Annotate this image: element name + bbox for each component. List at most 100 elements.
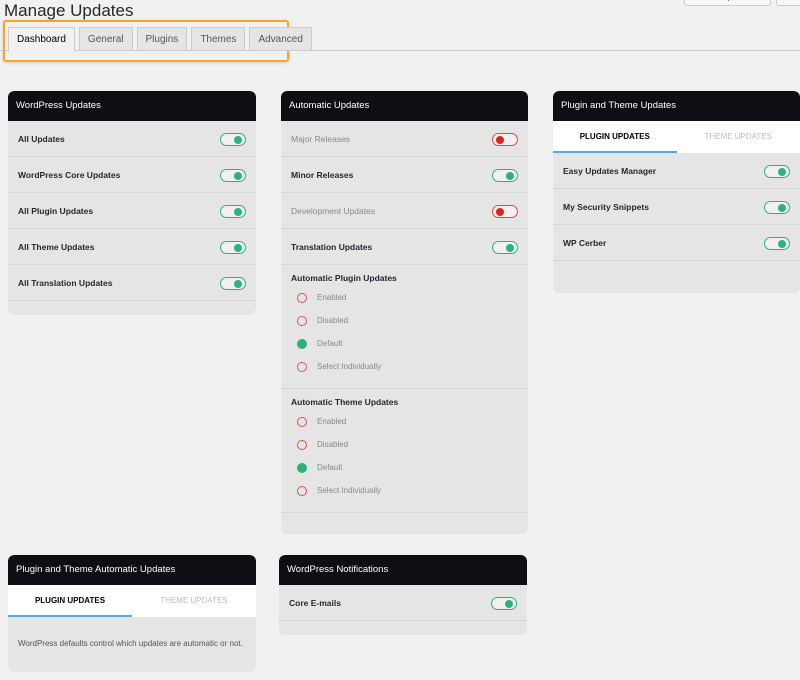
toggle-knob <box>778 203 786 212</box>
plugin-updates-toggle[interactable] <box>220 205 246 218</box>
description-text: WordPress defaults control which updates… <box>18 639 243 648</box>
toggle-knob <box>496 207 504 216</box>
tab-theme-updates[interactable]: THEME UPDATES <box>677 121 800 153</box>
radio-option[interactable]: Enabled <box>291 410 518 433</box>
toggle-knob <box>506 243 514 252</box>
plugin-row: WP Cerber <box>553 225 800 261</box>
radio-button[interactable] <box>297 361 307 372</box>
page-title: Manage Updates <box>4 1 134 20</box>
plugin-label: WP Cerber <box>563 237 607 248</box>
setting-row: All Plugin Updates <box>8 193 256 229</box>
setting-row: All Theme Updates <box>8 229 256 265</box>
radio-label: Enabled <box>317 417 347 426</box>
radio-label: Select Individually <box>317 486 382 495</box>
radio-button[interactable] <box>297 462 307 473</box>
radio-button[interactable] <box>297 416 307 427</box>
setting-label: Minor Releases <box>291 169 354 180</box>
toggle-knob <box>234 135 242 144</box>
tab-advanced[interactable]: Advanced <box>249 27 312 51</box>
tab-dashboard[interactable]: Dashboard <box>8 27 75 52</box>
toggle-knob <box>778 239 786 248</box>
plugin-label: Easy Updates Manager <box>563 165 657 176</box>
radio-label: Default <box>317 463 343 472</box>
minor-releases-toggle[interactable] <box>492 169 518 182</box>
theme-updates-radio-group: Automatic Theme Updates Enabled Disabled… <box>281 389 528 513</box>
group-title: Automatic Theme Updates <box>291 397 399 407</box>
toggle-knob <box>234 207 242 216</box>
radio-label: Select Individually <box>317 362 382 371</box>
setting-label: Translation Updates <box>291 241 373 252</box>
plugin-label: My Security Snippets <box>563 201 649 212</box>
setting-label: Major Releases <box>291 133 351 144</box>
toggle-knob <box>778 167 786 176</box>
major-releases-toggle[interactable] <box>492 133 518 146</box>
development-updates-toggle[interactable] <box>492 205 518 218</box>
radio-button[interactable] <box>297 485 307 496</box>
plugin-theme-updates-card: Plugin and Theme Updates PLUGIN UPDATES … <box>553 91 800 293</box>
core-emails-toggle[interactable] <box>491 597 517 610</box>
setting-row: All Updates <box>8 121 256 157</box>
radio-label: Disabled <box>317 440 349 449</box>
setting-label: WordPress Core Updates <box>18 169 121 180</box>
radio-label: Enabled <box>317 293 347 302</box>
radio-option[interactable]: Select Individually <box>291 479 518 502</box>
translation-updates-toggle[interactable] <box>492 241 518 254</box>
radio-option[interactable]: Default <box>291 456 518 479</box>
radio-button[interactable] <box>297 292 307 303</box>
radio-button[interactable] <box>297 338 307 349</box>
tab-themes[interactable]: Themes <box>191 27 246 51</box>
setting-row: Major Releases <box>281 121 528 157</box>
radio-option[interactable]: Select Individually <box>291 355 518 378</box>
plugin-toggle[interactable] <box>764 201 790 214</box>
radio-option[interactable]: Default <box>291 332 518 355</box>
setting-label: Core E-mails <box>289 597 341 608</box>
automatic-updates-card: Automatic Updates Major Releases Minor R… <box>281 91 528 534</box>
plugin-row: Easy Updates Manager <box>553 153 800 189</box>
card-title: Plugin and Theme Updates <box>553 91 800 121</box>
toggle-knob <box>506 171 514 180</box>
radio-label: Disabled <box>317 316 349 325</box>
plugin-toggle[interactable] <box>764 165 790 178</box>
translation-updates-toggle[interactable] <box>220 277 246 290</box>
card-title: WordPress Notifications <box>279 555 527 585</box>
select-options-button[interactable]: Select Options <box>684 0 771 6</box>
plugin-toggle[interactable] <box>764 237 790 250</box>
card-title: Plugin and Theme Automatic Updates <box>8 555 256 585</box>
radio-button[interactable] <box>297 315 307 326</box>
tab-general[interactable]: General <box>78 27 133 51</box>
card-title: Automatic Updates <box>281 91 528 121</box>
setting-label: Development Updates <box>291 205 376 216</box>
tab-plugins[interactable]: Plugins <box>136 27 188 51</box>
nav-tabs: Dashboard General Plugins Themes Advance… <box>8 27 312 52</box>
manage-updates-page: Manage Updates Select Options He Dashboa… <box>0 0 800 680</box>
wordpress-updates-card: WordPress Updates All Updates WordPress … <box>8 91 256 315</box>
group-title: Automatic Plugin Updates <box>291 273 397 283</box>
plugin-theme-automatic-card: Plugin and Theme Automatic Updates PLUGI… <box>8 555 256 672</box>
tab-theme-updates[interactable]: THEME UPDATES <box>132 585 256 617</box>
core-updates-toggle[interactable] <box>220 169 246 182</box>
tab-plugin-updates[interactable]: PLUGIN UPDATES <box>8 585 132 617</box>
theme-updates-toggle[interactable] <box>220 241 246 254</box>
radio-button[interactable] <box>297 439 307 450</box>
plugin-updates-radio-group: Automatic Plugin Updates Enabled Disable… <box>281 265 528 389</box>
radio-option[interactable]: Disabled <box>291 433 518 456</box>
toggle-knob <box>234 279 242 288</box>
setting-label: All Updates <box>18 133 65 144</box>
setting-label: All Theme Updates <box>18 241 95 252</box>
toggle-knob <box>234 243 242 252</box>
toggle-knob <box>234 171 242 180</box>
subtabs: PLUGIN UPDATES THEME UPDATES <box>8 585 256 617</box>
setting-row: Core E-mails <box>279 585 527 621</box>
setting-row: Minor Releases <box>281 157 528 193</box>
all-updates-toggle[interactable] <box>220 133 246 146</box>
setting-row: WordPress Core Updates <box>8 157 256 193</box>
help-button[interactable]: He <box>776 0 800 6</box>
setting-row: Development Updates <box>281 193 528 229</box>
setting-label: All Plugin Updates <box>18 205 94 216</box>
setting-label: All Translation Updates <box>18 277 113 288</box>
radio-option[interactable]: Enabled <box>291 286 518 309</box>
subtabs: PLUGIN UPDATES THEME UPDATES <box>553 121 800 153</box>
card-title: WordPress Updates <box>8 91 256 121</box>
tab-plugin-updates[interactable]: PLUGIN UPDATES <box>553 121 677 153</box>
radio-option[interactable]: Disabled <box>291 309 518 332</box>
